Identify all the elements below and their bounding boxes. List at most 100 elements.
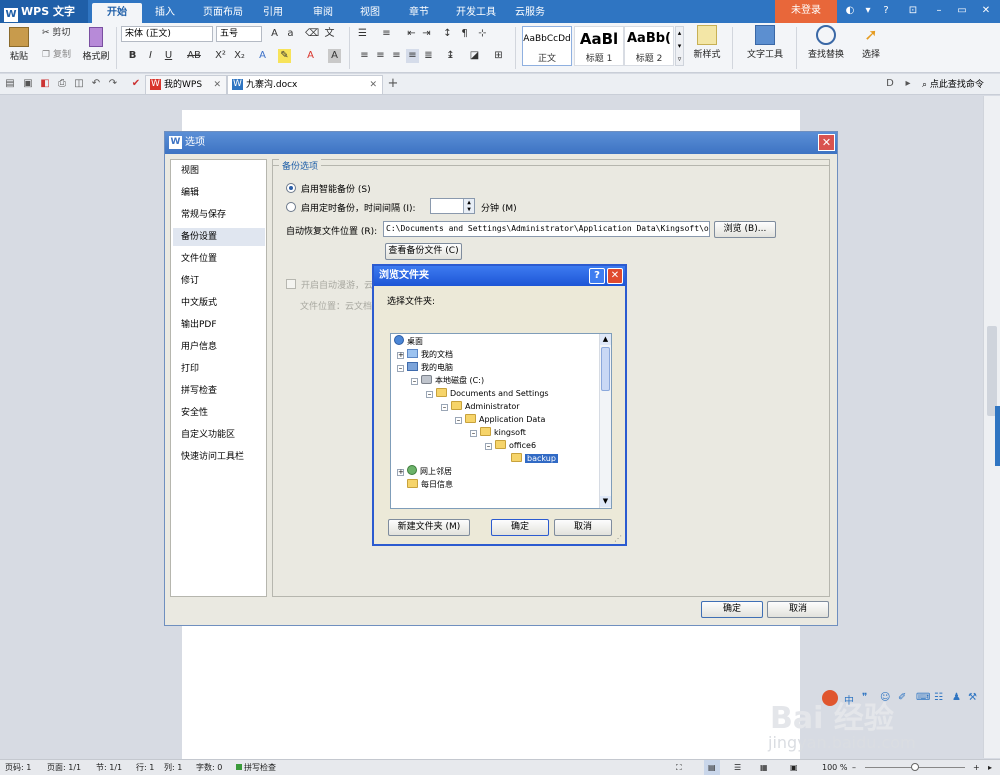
highlight-icon[interactable]: ✎ — [278, 49, 291, 63]
new-tab-icon[interactable]: + — [387, 77, 399, 90]
format-painter-button[interactable]: 格式刷 — [80, 27, 112, 62]
folder-tree[interactable]: 桌面 + 我的文档 – 我的电脑 – 本地磁盘 (C:) – Documents and… — [390, 333, 612, 509]
tab-developer[interactable]: 开发工具 — [448, 3, 504, 23]
skin-icon[interactable]: ◐ — [843, 4, 857, 18]
italic-icon[interactable]: I — [144, 49, 157, 63]
shirt-icon[interactable]: ♟ — [952, 692, 961, 703]
view-backup-button[interactable]: 查看备份文件 (C) — [385, 243, 462, 260]
collapse-icon[interactable]: – — [455, 417, 462, 424]
collapse-icon[interactable]: – — [411, 378, 418, 385]
sougou-icon[interactable] — [822, 690, 838, 706]
spinner-arrows-icon[interactable]: ▲ ▼ — [463, 199, 474, 213]
skin-icon[interactable]: ☷ — [934, 692, 943, 703]
tab-insert[interactable]: 插入 — [145, 3, 185, 23]
reading-view-icon[interactable]: ▣ — [790, 760, 798, 775]
collapse-icon[interactable]: – — [470, 430, 477, 437]
preview-icon[interactable]: ◫ — [73, 78, 85, 90]
options-dialog-titlebar[interactable]: W 选项 — [165, 132, 837, 154]
numbering-icon[interactable]: ≡ — [380, 27, 393, 41]
tree-node-administrator[interactable]: – Administrator — [441, 400, 520, 413]
copy-button[interactable]: ❐ 复制 — [42, 48, 71, 62]
collapse-icon[interactable]: – — [441, 404, 448, 411]
scroll-thumb[interactable] — [987, 326, 997, 416]
close-icon[interactable]: ✕ — [818, 134, 835, 151]
nav-general-save[interactable]: 常规与保存 — [181, 206, 263, 224]
zoom-out-icon[interactable]: – — [852, 760, 856, 775]
close-icon[interactable]: ✕ — [607, 268, 623, 284]
tab-page-layout[interactable]: 页面布局 — [193, 3, 253, 23]
cut-button[interactable]: ✂ 剪切 — [42, 26, 70, 40]
resize-grip-icon[interactable]: ⋰ — [614, 534, 624, 544]
select-button[interactable]: ➚ 选择 — [854, 25, 888, 60]
nav-spell-check[interactable]: 拼写检查 — [181, 382, 263, 400]
smart-backup-radio[interactable] — [286, 183, 296, 193]
scroll-down-icon[interactable]: ▼ — [600, 496, 611, 507]
pdf-icon[interactable]: ◧ — [39, 78, 51, 90]
char-shading-icon[interactable]: A — [328, 49, 341, 63]
open-icon[interactable]: ▤ — [4, 78, 16, 90]
tab-home[interactable]: 开始 — [92, 3, 142, 23]
nav-security[interactable]: 安全性 — [181, 404, 263, 422]
bold-icon[interactable]: B — [126, 49, 139, 63]
interval-spinner[interactable]: ▲ ▼ — [430, 198, 475, 214]
increase-indent-icon[interactable]: ⇥ — [420, 27, 433, 41]
tree-scrollbar[interactable]: ▲ ▼ — [599, 334, 611, 508]
scroll-thumb[interactable] — [601, 347, 610, 391]
cloud-roam-checkbox[interactable] — [286, 279, 296, 289]
zoom-in-icon[interactable]: + — [973, 760, 980, 775]
fullscreen-icon[interactable]: ⛶ — [676, 760, 682, 775]
nav-chinese-layout[interactable]: 中文版式 — [181, 294, 263, 312]
command-search[interactable]: ⌕ 点此查找命令 — [922, 77, 984, 90]
keyboard-icon[interactable]: ⌨ — [916, 692, 930, 703]
nav-revision[interactable]: 修订 — [181, 272, 263, 290]
tree-node-application-data[interactable]: – Application Data — [455, 413, 545, 426]
find-replace-button[interactable]: 查找替换 — [800, 25, 852, 60]
tree-node-network[interactable]: + 网上邻居 — [397, 465, 452, 478]
collapse-icon[interactable]: – — [426, 391, 433, 398]
maximize-icon[interactable]: ▭ — [955, 4, 969, 18]
help-icon[interactable]: ? — [879, 4, 893, 18]
zoom-slider-thumb[interactable] — [911, 763, 919, 771]
nav-file-location[interactable]: 文件位置 — [181, 250, 263, 268]
login-button[interactable]: 未登录 — [775, 0, 837, 23]
nav-edit[interactable]: 编辑 — [181, 184, 263, 202]
tree-node-local-disk[interactable]: – 本地磁盘 (C:) — [411, 374, 484, 387]
customize-toolbar-icon[interactable]: ✔ — [130, 78, 142, 90]
web-view-icon[interactable]: ▦ — [760, 760, 768, 775]
phonetic-icon[interactable]: 文 — [323, 27, 336, 41]
undo-icon[interactable]: ↶ — [90, 78, 102, 90]
text-effect-icon[interactable]: A — [256, 49, 269, 63]
expand-icon[interactable]: + — [397, 352, 404, 359]
help-icon[interactable]: ? — [589, 268, 605, 284]
nav-user-info[interactable]: 用户信息 — [181, 338, 263, 356]
restore-ribbon-icon[interactable]: ⊡ — [906, 4, 920, 18]
nav-output-pdf[interactable]: 输出PDF — [181, 316, 263, 334]
grow-font-icon[interactable]: A — [268, 27, 281, 41]
tab-document[interactable]: W 九寨沟.docx ✕ — [227, 75, 383, 94]
status-expand-icon[interactable]: ▸ — [988, 760, 992, 775]
tab-view[interactable]: 视图 — [352, 3, 388, 23]
tree-node-documents-settings[interactable]: – Documents and Settings — [426, 387, 549, 400]
superscript-icon[interactable]: X² — [214, 49, 227, 63]
nav-view[interactable]: 视图 — [181, 162, 263, 180]
minimize-icon[interactable]: – — [932, 4, 946, 18]
align-center-icon[interactable]: ≡ — [374, 49, 387, 63]
tab-cloud[interactable]: 云服务 — [508, 3, 552, 23]
print-icon[interactable]: ⎙ — [56, 78, 68, 90]
sort-icon[interactable]: ↕ — [441, 27, 454, 41]
paste-button[interactable]: 粘贴 — [4, 27, 34, 62]
panel-icon[interactable]: ▸ — [902, 78, 914, 90]
underline-icon[interactable]: U — [162, 49, 175, 63]
scroll-up-icon[interactable]: ▲ — [600, 334, 611, 345]
clear-format-icon[interactable]: ⌫ — [305, 27, 319, 41]
shading-icon[interactable]: ◪ — [468, 49, 481, 63]
tab-chapter[interactable]: 章节 — [401, 3, 437, 23]
status-words[interactable]: 字数: 0 — [196, 760, 222, 775]
outline-view-icon[interactable]: ☰ — [734, 760, 741, 775]
page-view-icon[interactable]: ▤ — [704, 760, 720, 775]
close-tab-icon[interactable]: ✕ — [369, 76, 377, 94]
input-mode-icon[interactable]: 中 — [844, 692, 854, 707]
save-icon[interactable]: ▣ — [22, 78, 34, 90]
align-right-icon[interactable]: ≡ — [390, 49, 403, 63]
close-icon[interactable]: ✕ — [979, 4, 993, 18]
